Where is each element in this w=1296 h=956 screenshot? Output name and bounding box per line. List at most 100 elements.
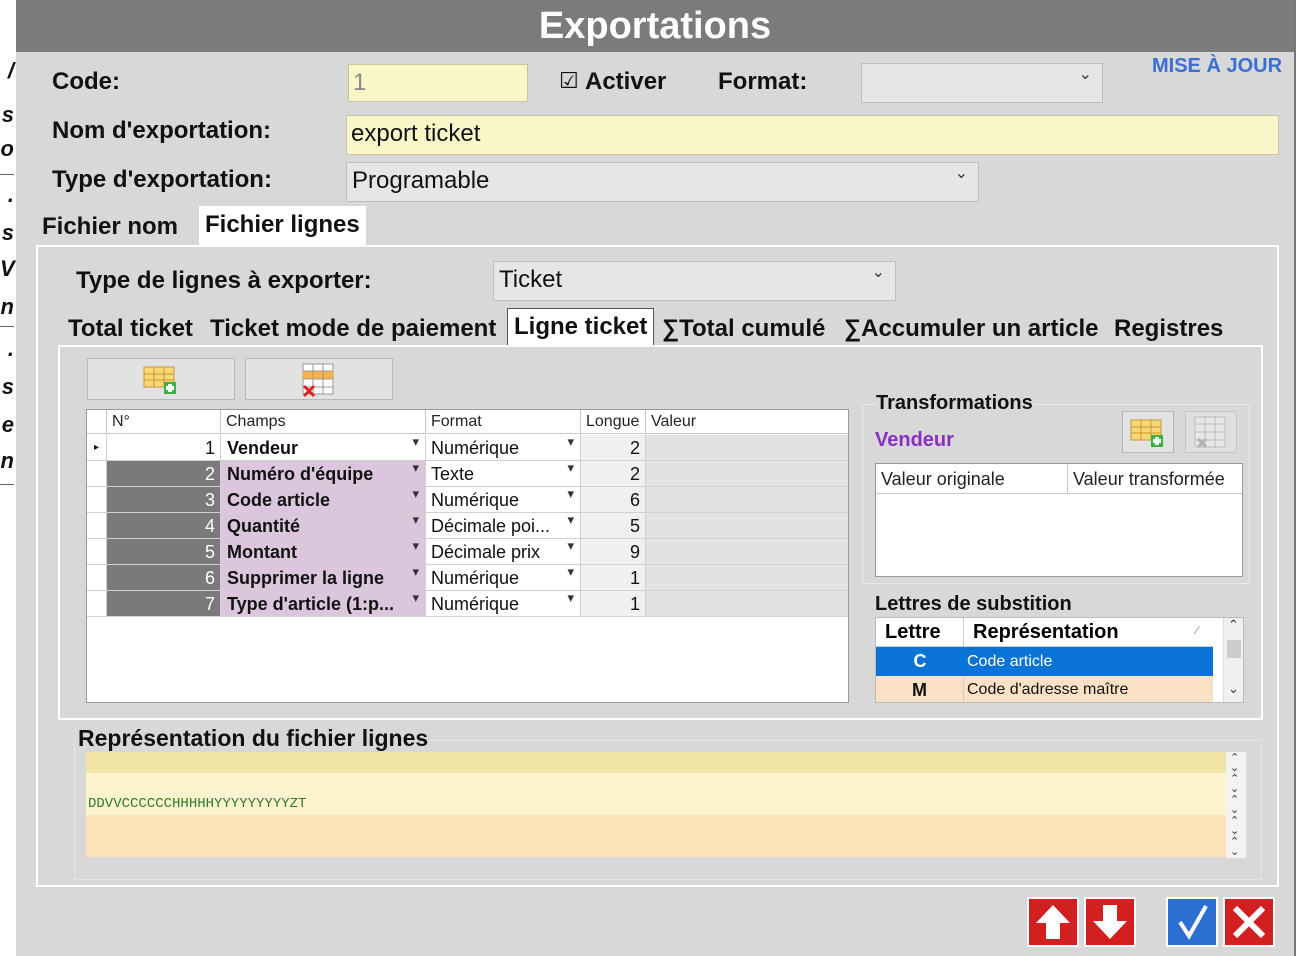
row-selector[interactable] — [87, 461, 107, 487]
row-selector[interactable] — [87, 539, 107, 565]
bg-glyph: / — [7, 58, 14, 83]
bg-glyph: n — [0, 448, 14, 473]
subtab-registres[interactable]: Registres — [1108, 310, 1229, 348]
format-cell[interactable]: Décimale poi... ▾ — [426, 513, 581, 539]
delete-row-button[interactable] — [245, 358, 393, 400]
value-cell[interactable] — [646, 565, 848, 591]
row-number: 4 — [107, 513, 221, 539]
spin-icon[interactable]: ⌃ ⌄ — [1230, 836, 1239, 857]
representation-line — [86, 752, 1226, 773]
representation-title: Représentation du fichier lignes — [78, 725, 429, 752]
type-select-value: Programable — [352, 167, 490, 194]
tab-fichier-lignes[interactable]: Fichier lignes — [199, 206, 366, 246]
substitution-text-cell[interactable]: Code d'adresse maître — [964, 676, 1213, 702]
scrollbar-thumb[interactable] — [1227, 640, 1241, 658]
type-select[interactable]: Programable ⌄ — [346, 162, 979, 202]
lines-type-select[interactable]: Ticket ⌄ — [493, 261, 896, 301]
value-cell[interactable] — [646, 435, 848, 461]
grid-header-valeur: Valeur — [646, 410, 848, 434]
row-selector[interactable] — [87, 487, 107, 513]
bg-glyph: n — [0, 294, 14, 319]
length-cell[interactable]: 9 — [581, 539, 646, 565]
field-cell[interactable]: Type d'article (1:p... ▾ — [221, 591, 426, 617]
length-cell[interactable]: 2 — [581, 435, 646, 461]
representation-scroll-column[interactable]: ⌃ ⌄ ⌃ ⌄ ⌃ ⌄ ⌃ ⌄ ⌃ ⌄ — [1226, 752, 1246, 858]
bg-separator — [0, 326, 14, 327]
row-number: 3 — [107, 487, 221, 513]
sort-icon: ⁄ — [1196, 624, 1198, 637]
format-name: Numérique — [431, 438, 520, 458]
header-representation: Représentation — [964, 618, 1213, 647]
spin-icon[interactable]: ⌃ ⌄ — [1230, 815, 1239, 836]
update-link[interactable]: MISE À JOUR — [1152, 55, 1282, 78]
value-cell[interactable] — [646, 591, 848, 617]
value-cell[interactable] — [646, 539, 848, 565]
substitution-letter-cell[interactable]: M — [876, 676, 964, 702]
field-cell[interactable]: Montant ▾ — [221, 539, 426, 565]
substitution-scrollbar[interactable]: ⌃ ⌄ — [1223, 618, 1243, 702]
scroll-up-icon[interactable]: ⌃ — [1228, 618, 1239, 633]
spin-icon[interactable]: ⌃ ⌄ — [1230, 752, 1239, 773]
spin-icon[interactable]: ⌃ ⌄ — [1230, 773, 1239, 794]
field-cell[interactable]: Vendeur ▾ — [221, 435, 426, 461]
length-cell[interactable]: 2 — [581, 461, 646, 487]
add-transformation-button[interactable] — [1122, 411, 1174, 453]
move-down-button[interactable] — [1084, 897, 1136, 947]
subtab-accumuler-article[interactable]: ∑Accumuler un article — [838, 310, 1105, 348]
substitution-text-cell[interactable]: Code article — [964, 647, 1213, 676]
name-field[interactable]: export ticket — [346, 115, 1279, 155]
grid-header-longue: Longue — [581, 410, 646, 434]
format-label: Format: — [718, 68, 808, 95]
move-up-button[interactable] — [1027, 897, 1079, 947]
field-cell[interactable]: Code article ▾ — [221, 487, 426, 513]
exportations-window: Exportations Code: 1 ☑ Activer Format: ⌄… — [16, 0, 1296, 956]
field-cell[interactable]: Supprimer la ligne ▾ — [221, 565, 426, 591]
bg-glyph: V — [0, 256, 15, 281]
value-cell[interactable] — [646, 487, 848, 513]
fields-grid: N° Champs Format Longue Valeur ▸ 1 Vende… — [86, 409, 849, 703]
activer-checkbox[interactable]: ☑ — [559, 68, 579, 94]
substitution-grid: Lettre Représentation ⁄ C Code article M… — [875, 617, 1244, 703]
format-cell[interactable]: Numérique ▾ — [426, 591, 581, 617]
subtab-total-ticket[interactable]: Total ticket — [62, 310, 199, 348]
spin-icon[interactable]: ⌃ ⌄ — [1230, 794, 1239, 815]
code-label: Code: — [52, 68, 120, 95]
value-cell[interactable] — [646, 461, 848, 487]
bg-glyph: s — [1, 374, 14, 399]
format-name: Numérique — [431, 490, 520, 510]
subtab-total-cumule[interactable]: ∑Total cumulé — [656, 310, 831, 348]
format-cell[interactable]: Numérique ▾ — [426, 487, 581, 513]
confirm-button[interactable] — [1166, 897, 1218, 947]
add-row-button[interactable] — [87, 358, 235, 400]
format-select[interactable]: ⌄ — [861, 63, 1103, 103]
code-field[interactable]: 1 — [348, 64, 528, 102]
subtab-ligne-ticket[interactable]: Ligne ticket — [507, 308, 655, 346]
length-cell[interactable]: 1 — [581, 565, 646, 591]
field-cell[interactable]: Numéro d'équipe ▾ — [221, 461, 426, 487]
tab-fichier-nom[interactable]: Fichier nom — [36, 208, 184, 246]
header-lettre: Lettre — [876, 618, 964, 647]
field-name: Supprimer la ligne — [227, 568, 385, 588]
chevron-down-icon: ⌄ — [1078, 64, 1092, 83]
subtab-ticket-mode-paiement[interactable]: Ticket mode de paiement — [204, 310, 502, 348]
format-cell[interactable]: Numérique ▾ — [426, 435, 581, 461]
format-cell[interactable]: Texte ▾ — [426, 461, 581, 487]
format-cell[interactable]: Numérique ▾ — [426, 565, 581, 591]
length-cell[interactable]: 1 — [581, 591, 646, 617]
row-selector[interactable] — [87, 513, 107, 539]
dropdown-arrow-icon: ▾ — [567, 591, 574, 606]
field-name: Montant — [227, 542, 297, 562]
row-selector[interactable] — [87, 565, 107, 591]
chevron-down-icon: ⌄ — [871, 262, 885, 281]
length-cell[interactable]: 5 — [581, 513, 646, 539]
field-cell[interactable]: Quantité ▾ — [221, 513, 426, 539]
value-cell[interactable] — [646, 513, 848, 539]
cancel-button[interactable] — [1223, 897, 1275, 947]
delete-transformation-button[interactable] — [1185, 411, 1237, 453]
substitution-letter-cell[interactable]: C — [876, 647, 964, 676]
row-selector[interactable] — [87, 591, 107, 617]
activer-label: Activer — [585, 68, 667, 95]
length-cell[interactable]: 6 — [581, 487, 646, 513]
scroll-down-icon[interactable]: ⌄ — [1228, 682, 1239, 697]
format-cell[interactable]: Décimale prix ▾ — [426, 539, 581, 565]
